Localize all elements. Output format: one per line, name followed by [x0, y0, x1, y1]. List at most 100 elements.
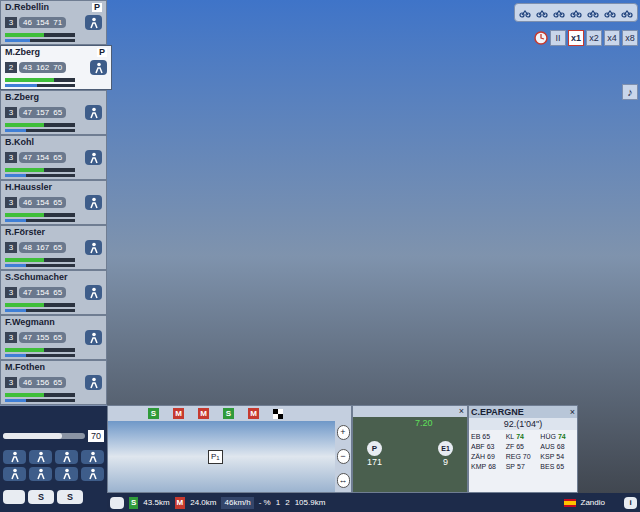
rider-stat: ZF65	[506, 442, 541, 451]
zoom-button[interactable]: ↔	[337, 473, 350, 488]
rider-card[interactable]: S.Schumacher34715465	[0, 270, 107, 315]
view-button[interactable]	[535, 6, 549, 19]
rider-order-icon	[88, 242, 100, 254]
spain-flag-icon	[564, 499, 576, 507]
effort-reading: 70	[88, 430, 104, 442]
info-button[interactable]: i	[624, 497, 637, 509]
speed-button[interactable]: II	[550, 30, 566, 46]
profile-panel: S M M S M P1+ − ↔	[107, 405, 352, 493]
rider-card[interactable]: R.Förster34816765	[0, 225, 107, 270]
view-button[interactable]	[552, 6, 566, 19]
rider-card[interactable]: B.Zberg34715765	[0, 90, 107, 135]
command-icon	[87, 468, 99, 480]
zoom-button[interactable]: +	[337, 425, 350, 440]
command-button[interactable]	[81, 467, 104, 481]
rider-stat: ABF63	[471, 442, 506, 451]
rider-stat: KSP54	[540, 452, 575, 461]
command-button[interactable]	[29, 450, 52, 464]
view-toolbar	[514, 3, 638, 22]
rider-order-button[interactable]	[85, 240, 102, 255]
rider-order-button[interactable]	[85, 330, 102, 345]
speed: 46km/h	[221, 497, 253, 509]
rider-name: F.Wegmann	[5, 318, 55, 327]
view-button[interactable]	[620, 6, 634, 19]
gradient: - %	[259, 497, 271, 509]
profile-marker[interactable]: S	[223, 408, 234, 419]
command-icon	[87, 451, 99, 463]
status-bar: S43.5kmM24.0km46km/h- %12105.9kmZandioi	[107, 493, 640, 512]
clock-icon[interactable]	[534, 31, 548, 45]
rider-name: R.Förster	[5, 228, 45, 237]
rider-order-icon	[88, 377, 100, 389]
rider-card[interactable]: D.RebellinP34615471	[0, 0, 107, 45]
view-button[interactable]	[518, 6, 532, 19]
rider-order-button[interactable]	[85, 105, 102, 120]
rider-card[interactable]: H.Haussler34615465	[0, 180, 107, 225]
sprint-order-button[interactable]: S	[28, 490, 54, 504]
rider-stat: EB65	[471, 432, 506, 441]
rider-order-icon	[88, 17, 100, 29]
command-icon	[9, 468, 21, 480]
game-controls: IIx1x2x4x8 ♪	[514, 0, 640, 405]
command-button[interactable]	[55, 467, 78, 481]
command-icon	[61, 451, 73, 463]
form-bar	[5, 174, 75, 177]
profile-marker[interactable]: M	[248, 408, 259, 419]
view-button[interactable]	[569, 6, 583, 19]
profile-marker[interactable]: M	[198, 408, 209, 419]
view-button[interactable]	[586, 6, 600, 19]
rider-order-icon	[93, 62, 105, 74]
profile-marker[interactable]: M	[173, 408, 184, 419]
rider-info-panel: C.EPARGNE×92.(1'04'')EB65KL74HÜG74ABF63Z…	[468, 405, 578, 493]
profile-view-button[interactable]	[110, 497, 124, 509]
rider-stat: BES65	[540, 462, 575, 471]
rider-order-button[interactable]	[85, 285, 102, 300]
rider-order-icon	[88, 332, 100, 344]
speed-button[interactable]: x8	[622, 30, 638, 46]
speed-button[interactable]: x1	[568, 30, 584, 46]
close-button[interactable]: ×	[570, 406, 575, 418]
rider-order-button[interactable]	[85, 195, 102, 210]
command-panel: 70 SS	[0, 405, 107, 512]
energy-bar	[5, 258, 75, 262]
rider-order-button[interactable]	[85, 15, 102, 30]
rider-stats: 4615471	[19, 17, 66, 28]
command-icon	[9, 451, 21, 463]
effort-slider[interactable]	[3, 433, 85, 439]
rider-card[interactable]: M.Fothen34615665	[0, 360, 107, 405]
command-icon	[35, 468, 47, 480]
rider-card[interactable]: B.Kohl34715465	[0, 135, 107, 180]
profile-marker[interactable]: S	[148, 408, 159, 419]
map-panel: ×7.20P171E19	[352, 405, 468, 493]
rider-stat: KMP68	[471, 462, 506, 471]
form-bar	[5, 309, 75, 312]
sprint-order-button[interactable]: S	[57, 490, 83, 504]
rider-order-button[interactable]	[85, 150, 102, 165]
speed-button[interactable]: x2	[586, 30, 602, 46]
zoom-button[interactable]: −	[337, 449, 350, 464]
rider-stats: 4715565	[19, 332, 66, 343]
rider-card[interactable]: M.ZbergP24316270	[0, 45, 112, 90]
rider-number: 3	[5, 332, 17, 343]
rider-order-icon	[88, 287, 100, 299]
rider-name: B.Kohl	[5, 138, 34, 147]
rider-number: 3	[5, 287, 17, 298]
rider-stats: 4715465	[19, 287, 66, 298]
energy-bar	[5, 393, 75, 397]
rider-card[interactable]: F.Wegmann 34715565	[0, 315, 107, 360]
command-button[interactable]	[3, 450, 26, 464]
rider-order-button[interactable]	[85, 375, 102, 390]
rider-order-button[interactable]	[90, 60, 107, 75]
command-button[interactable]	[29, 467, 52, 481]
speed-button[interactable]: x4	[604, 30, 620, 46]
team-button[interactable]	[3, 490, 25, 504]
command-button[interactable]	[81, 450, 104, 464]
stage-profile: P1	[108, 421, 335, 492]
music-button[interactable]: ♪	[622, 84, 638, 100]
command-button[interactable]	[3, 467, 26, 481]
view-button[interactable]	[603, 6, 617, 19]
close-button[interactable]: ×	[456, 406, 467, 417]
command-button[interactable]	[55, 450, 78, 464]
rider-stats: 4715765	[19, 107, 66, 118]
rider-order-icon	[88, 152, 100, 164]
